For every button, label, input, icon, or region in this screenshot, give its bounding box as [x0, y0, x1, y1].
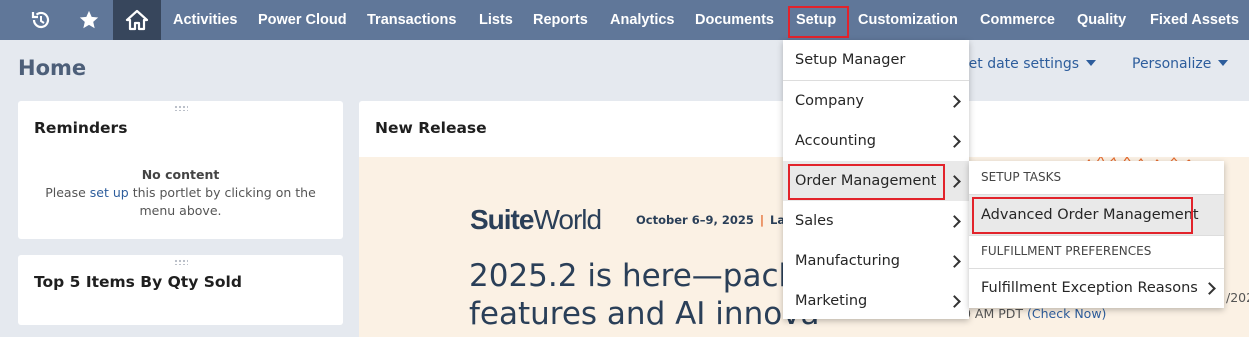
- menu-item-label: Fulfillment Exception Reasons: [981, 280, 1198, 296]
- setup-highlight-box: [788, 6, 849, 38]
- section-header-fulfillment-preferences: FULFILLMENT PREFERENCES: [981, 244, 1152, 258]
- chevron-right-icon: [948, 215, 961, 228]
- personalize-label: Personalize: [1132, 56, 1212, 72]
- reminders-portlet: Reminders No content Please set up this …: [18, 101, 343, 239]
- menu-item-company[interactable]: Company: [783, 81, 969, 121]
- chevron-right-icon: [948, 95, 961, 108]
- nav-fixed-assets[interactable]: Fixed Assets: [1150, 0, 1239, 40]
- recent-icon[interactable]: [22, 0, 60, 40]
- message-line2: menu above.: [139, 203, 222, 218]
- drag-handle-icon[interactable]: [173, 259, 188, 265]
- reminders-message: No content Please set up this portlet by…: [18, 166, 343, 220]
- event-date-line: October 6–9, 2025|Las V: [636, 213, 805, 227]
- nav-quality[interactable]: Quality: [1077, 0, 1126, 40]
- section-header-setup-tasks: SETUP TASKS: [981, 170, 1062, 184]
- menu-item-label: Sales: [795, 213, 834, 229]
- headline-line2: features and AI innova: [469, 296, 820, 332]
- message-suffix: this portlet by clicking on the: [132, 185, 316, 200]
- nav-activities[interactable]: Activities: [173, 0, 237, 40]
- edge-date-text: /202: [1226, 290, 1249, 305]
- top-navbar: Activities Power Cloud Transactions List…: [0, 0, 1249, 40]
- star-icon[interactable]: [70, 0, 108, 40]
- chevron-right-icon: [948, 255, 961, 268]
- menu-item-sales[interactable]: Sales: [783, 201, 969, 241]
- menu-item-setup-manager[interactable]: Setup Manager: [783, 40, 969, 80]
- nav-lists[interactable]: Lists: [479, 0, 513, 40]
- brand-rest: World: [533, 204, 602, 235]
- menu-item-accounting[interactable]: Accounting: [783, 121, 969, 161]
- home-icon[interactable]: [113, 0, 161, 40]
- menu-item-label: Accounting: [795, 133, 876, 149]
- drag-handle-icon[interactable]: [173, 105, 188, 111]
- menu-item-label: Manufacturing: [795, 253, 900, 269]
- portlet-date-settings-link[interactable]: Portlet date settings: [937, 56, 1097, 72]
- nav-analytics[interactable]: Analytics: [610, 0, 674, 40]
- chevron-right-icon: [948, 175, 961, 188]
- menu-item-label: Company: [795, 93, 864, 109]
- chevron-down-icon: [1218, 60, 1229, 66]
- nav-transactions[interactable]: Transactions: [367, 0, 456, 40]
- message-prefix: Please: [45, 185, 86, 200]
- menu-item-marketing[interactable]: Marketing: [783, 281, 969, 321]
- reminders-title: Reminders: [34, 119, 128, 137]
- headline-line1: 2025.2 is here—packed: [469, 258, 835, 294]
- order-management-submenu: SETUP TASKS Advanced Order Management FU…: [969, 161, 1224, 308]
- nav-commerce[interactable]: Commerce: [980, 0, 1055, 40]
- new-release-title: New Release: [375, 119, 487, 137]
- no-content-label: No content: [141, 167, 220, 182]
- nav-customization[interactable]: Customization: [858, 0, 958, 40]
- menu-divider: [969, 235, 1224, 236]
- chevron-right-icon: [948, 295, 961, 308]
- menu-item-label: Setup Manager: [795, 52, 906, 68]
- chevron-right-icon: [1203, 282, 1216, 295]
- page-title: Home: [18, 56, 87, 80]
- chevron-down-icon: [1086, 60, 1097, 66]
- top-items-portlet: Top 5 Items By Qty Sold: [18, 255, 343, 325]
- nav-power-cloud[interactable]: Power Cloud: [258, 0, 347, 40]
- top-items-title: Top 5 Items By Qty Sold: [34, 273, 242, 291]
- suiteworld-logo: SuiteWorld: [470, 204, 602, 236]
- personalize-link[interactable]: Personalize: [1132, 56, 1229, 72]
- menu-item-label: Marketing: [795, 293, 868, 309]
- release-headline: 2025.2 is here—packed features and AI in…: [469, 257, 834, 333]
- advanced-order-management-highlight-box: [972, 197, 1193, 234]
- nav-documents[interactable]: Documents: [695, 0, 774, 40]
- event-date: October 6–9, 2025: [636, 213, 754, 227]
- brand-bold: Suite: [470, 204, 534, 235]
- chevron-right-icon: [948, 135, 961, 148]
- menu-item-fulfillment-exception-reasons[interactable]: Fulfillment Exception Reasons: [969, 269, 1224, 307]
- nav-reports[interactable]: Reports: [533, 0, 588, 40]
- order-management-highlight-box: [788, 164, 945, 200]
- menu-item-manufacturing[interactable]: Manufacturing: [783, 241, 969, 281]
- set-up-link[interactable]: set up: [90, 185, 129, 200]
